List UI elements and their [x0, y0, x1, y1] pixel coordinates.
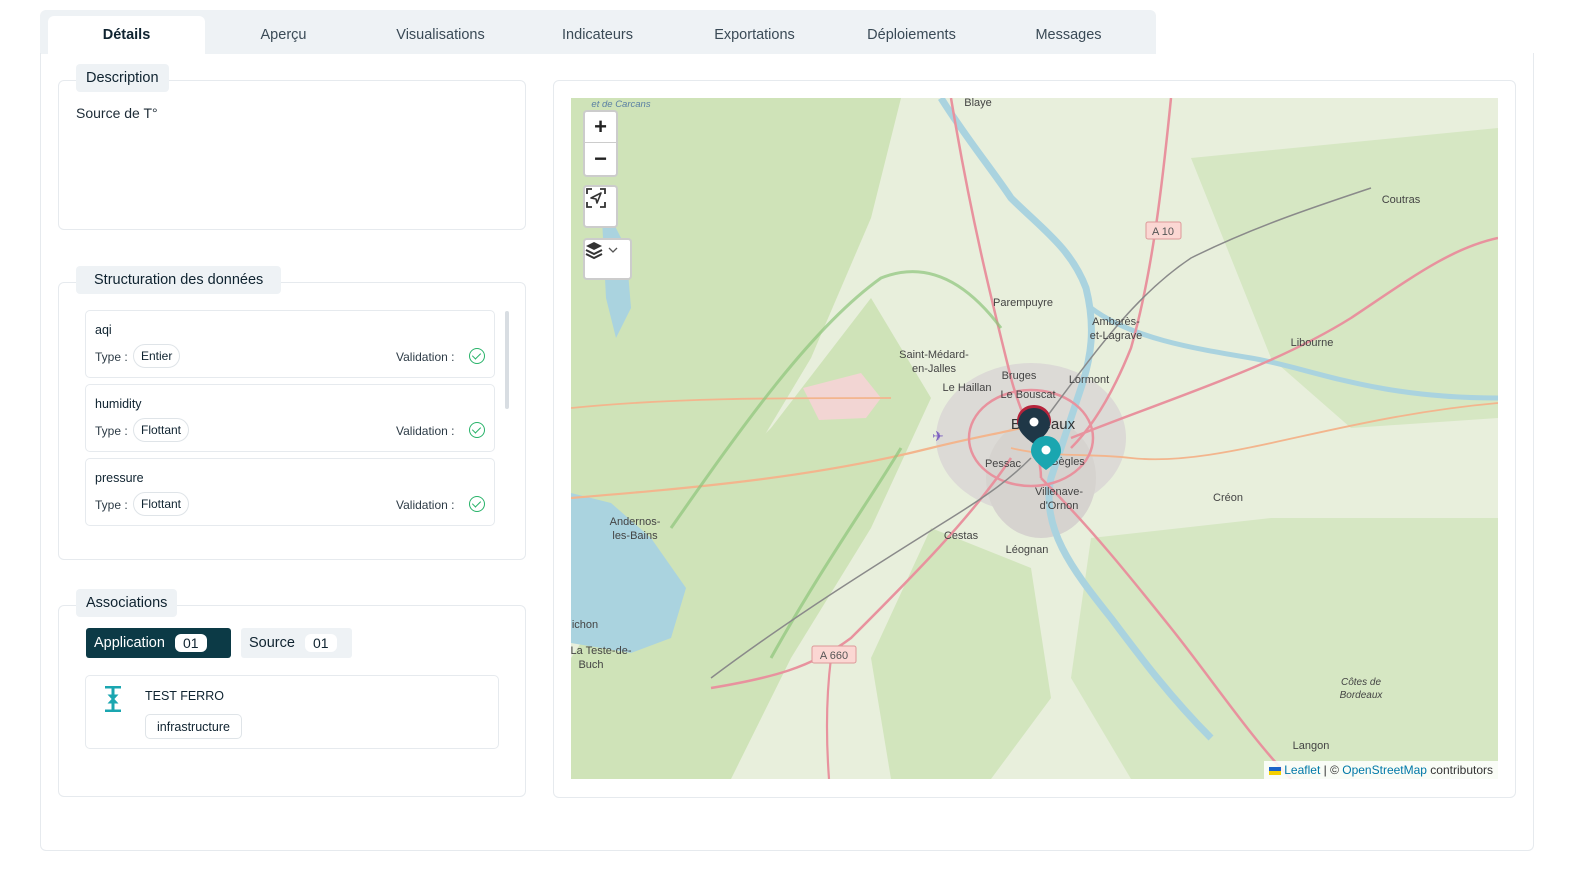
- type-badge: Entier: [133, 344, 181, 368]
- map-label-blaye: Blaye: [964, 98, 992, 109]
- description-text: Source de T°: [76, 105, 158, 121]
- map-label-lormont: Lormont: [1069, 374, 1109, 386]
- association-item[interactable]: TEST FERRO infrastructure: [85, 675, 499, 749]
- field-item: humidity Type : Flottant Validation :: [85, 384, 495, 452]
- field-list[interactable]: aqi Type : Entier Validation : humidity …: [85, 310, 497, 532]
- tab-visualisations[interactable]: Visualisations: [362, 16, 519, 54]
- application-label: Application: [94, 635, 165, 651]
- zoom-control: + −: [583, 110, 618, 177]
- associations-legend: Associations: [76, 589, 178, 617]
- tab-bar: Détails Aperçu Visualisations Indicateur…: [40, 10, 1156, 54]
- field-name: humidity: [95, 397, 142, 411]
- map-label-leognan: Léognan: [1006, 544, 1049, 556]
- osm-link[interactable]: OpenStreetMap: [1342, 763, 1427, 777]
- tab-messages[interactable]: Messages: [990, 16, 1147, 54]
- merge-arrows-icon: [105, 686, 121, 712]
- check-circle-icon: [469, 422, 485, 438]
- map-label-le-haillan: Le Haillan: [943, 382, 992, 394]
- leaflet-link[interactable]: Leaflet: [1284, 763, 1320, 777]
- description-card: [58, 80, 526, 230]
- field-name: aqi: [95, 323, 112, 337]
- map-label-andernos-2: les-Bains: [612, 530, 658, 542]
- structuration-legend: Structuration des données: [76, 266, 282, 294]
- attribution-rest: contributors: [1426, 763, 1493, 777]
- layers-icon: [585, 242, 618, 260]
- attribution-separator: | ©: [1320, 763, 1343, 777]
- map-label-parempuyre: Parempuyre: [993, 297, 1053, 309]
- source-count: 01: [304, 634, 337, 652]
- map-label-ambares-1: Ambarès-: [1092, 316, 1140, 328]
- field-list-scrollbar[interactable]: [505, 311, 509, 409]
- layers-button[interactable]: [583, 238, 632, 280]
- map-attribution: Leaflet | © OpenStreetMap contributors: [1263, 761, 1498, 779]
- application-count: 01: [174, 634, 207, 652]
- source-label: Source: [249, 635, 295, 651]
- airport-icon: ✈: [932, 428, 944, 444]
- map-label-libourne: Libourne: [1291, 337, 1334, 349]
- map-label-bruges: Bruges: [1002, 370, 1037, 382]
- source-filter-button[interactable]: Source 01: [241, 628, 352, 658]
- locate-icon: [586, 188, 606, 208]
- association-tag: infrastructure: [145, 714, 242, 739]
- type-label: Type :: [95, 498, 128, 512]
- map-label-andernos-1: Andernos-: [610, 516, 661, 528]
- association-title: TEST FERRO: [145, 689, 224, 703]
- map-label-creon: Créon: [1213, 492, 1243, 504]
- map-label-cotes-2: Bordeaux: [1340, 690, 1384, 701]
- type-label: Type :: [95, 350, 128, 364]
- check-circle-icon: [469, 348, 485, 364]
- description-legend: Description: [76, 64, 169, 92]
- map-label-villenave-2: d'Ornon: [1040, 500, 1079, 512]
- validation-label: Validation :: [396, 350, 455, 364]
- map-label-langon: Langon: [1293, 740, 1330, 752]
- map-label-cotes-1: Côtes de: [1341, 677, 1381, 688]
- field-item: aqi Type : Entier Validation :: [85, 310, 495, 378]
- map-label-teste-1: La Teste-de-: [571, 645, 632, 657]
- zoom-in-button[interactable]: +: [585, 112, 616, 143]
- map-label-a10: A 10: [1152, 226, 1174, 238]
- map-label-villenave-1: Villenave-: [1035, 486, 1083, 498]
- tab-details[interactable]: Détails: [48, 16, 205, 54]
- map-label-ichon: ichon: [572, 619, 598, 631]
- map-label-coutras: Coutras: [1382, 194, 1421, 206]
- zoom-out-button[interactable]: −: [585, 143, 616, 174]
- tab-deploiements[interactable]: Déploiements: [833, 16, 990, 54]
- map-tiles: A 10 A 660 Blaye et de Carcans Coutras P…: [571, 98, 1498, 779]
- type-label: Type :: [95, 424, 128, 438]
- map-view[interactable]: A 10 A 660 Blaye et de Carcans Coutras P…: [571, 98, 1498, 779]
- map-label-pessac: Pessac: [985, 458, 1022, 470]
- field-item: pressure Type : Flottant Validation :: [85, 458, 495, 526]
- field-name: pressure: [95, 471, 144, 485]
- ukraine-flag-icon: [1268, 766, 1281, 775]
- validation-label: Validation :: [396, 424, 455, 438]
- type-badge: Flottant: [133, 418, 190, 442]
- map-label-ambares-2: et-Lagrave: [1090, 330, 1143, 342]
- check-circle-icon: [469, 496, 485, 512]
- tab-indicateurs[interactable]: Indicateurs: [519, 16, 676, 54]
- validation-label: Validation :: [396, 498, 455, 512]
- application-filter-button[interactable]: Application 01: [86, 628, 231, 658]
- map-label-saint-medard-2: en-Jalles: [912, 363, 957, 375]
- map-label-a660: A 660: [820, 650, 848, 662]
- tab-exportations[interactable]: Exportations: [676, 16, 833, 54]
- locate-button[interactable]: [583, 185, 618, 228]
- map-label-saint-medard-1: Saint-Médard-: [899, 349, 969, 361]
- type-badge: Flottant: [133, 492, 190, 516]
- map-label-carcans: et de Carcans: [591, 99, 650, 110]
- map-label-le-bouscat: Le Bouscat: [1000, 389, 1055, 401]
- tab-apercu[interactable]: Aperçu: [205, 16, 362, 54]
- map-label-teste-2: Buch: [578, 659, 603, 671]
- map-label-cestas: Cestas: [944, 530, 979, 542]
